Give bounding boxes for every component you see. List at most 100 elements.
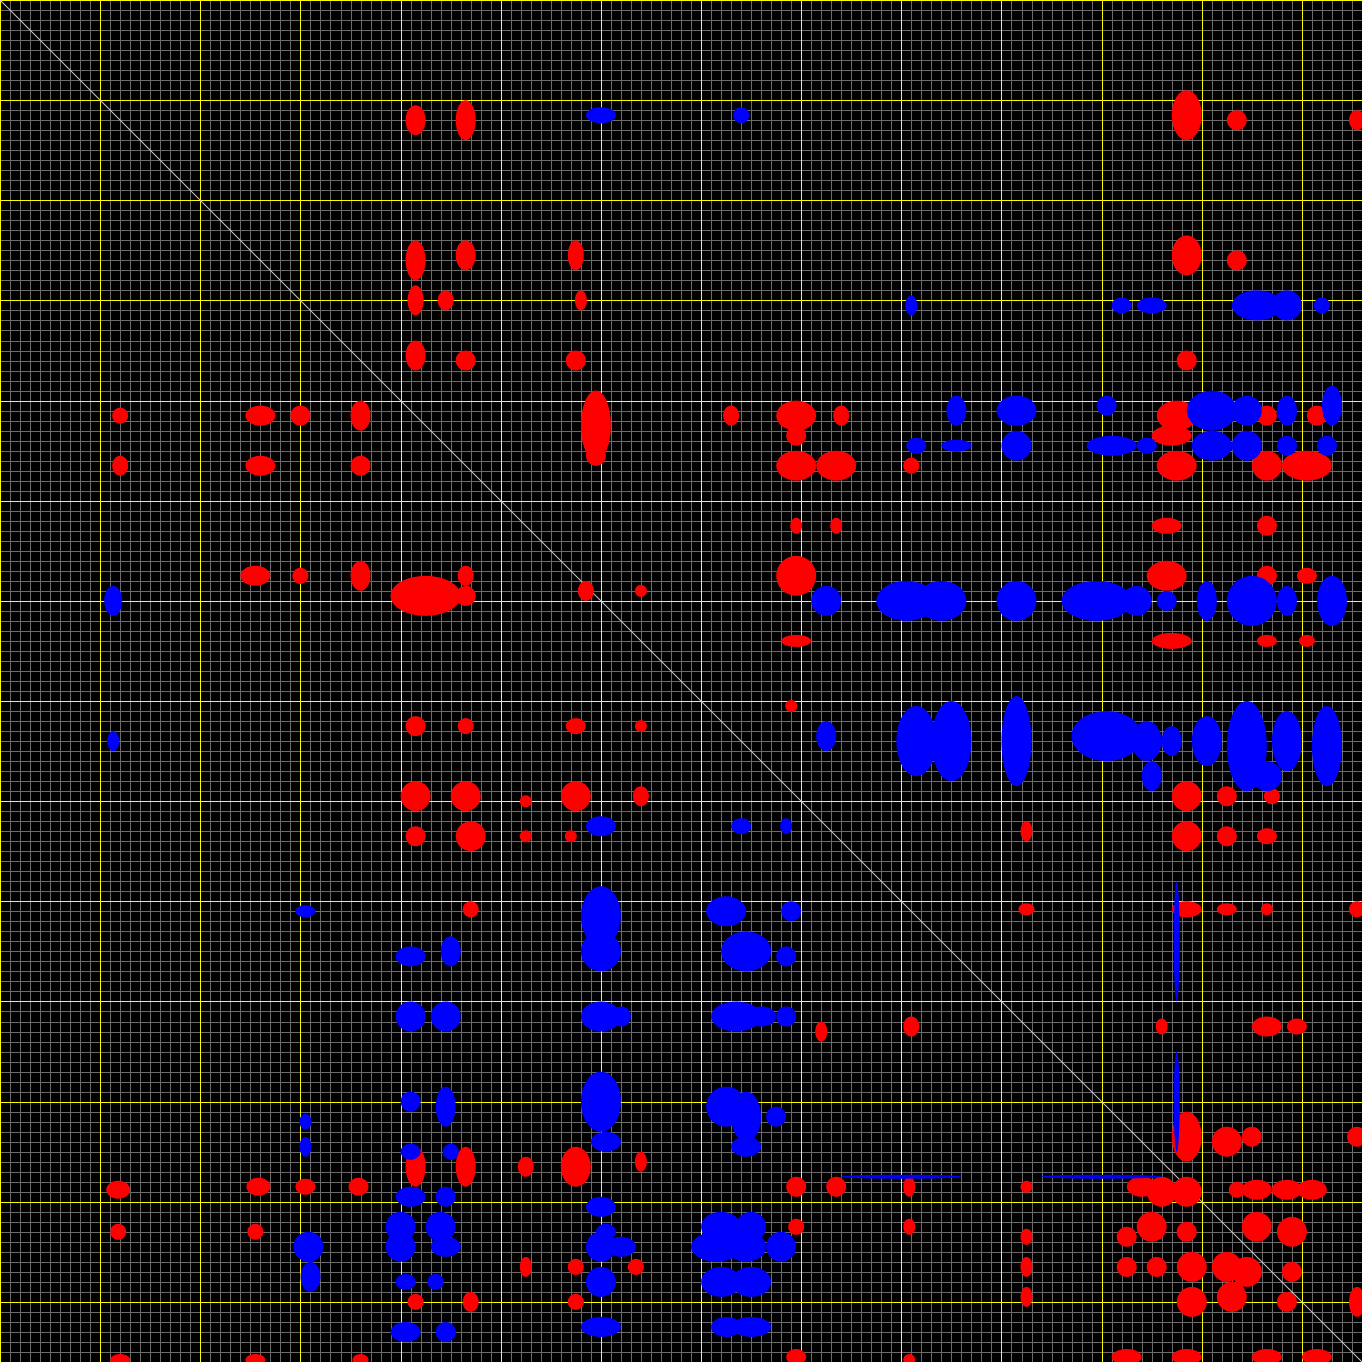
positive-contact-blob xyxy=(574,290,587,311)
negative-contact-blob xyxy=(941,439,972,452)
positive-contact-blob xyxy=(457,565,474,586)
negative-contact-blob xyxy=(1251,761,1282,792)
negative-contact-blob xyxy=(427,1273,444,1290)
positive-contact-blob xyxy=(1020,821,1033,842)
negative-contact-blob xyxy=(395,1001,426,1032)
negative-contact-blob xyxy=(1121,585,1152,616)
positive-contact-blob xyxy=(405,240,426,281)
positive-contact-blob xyxy=(786,425,807,446)
negative-contact-blob xyxy=(733,107,750,124)
positive-contact-blob xyxy=(634,584,647,597)
positive-contact-blob xyxy=(1018,903,1035,916)
negative-contact-blob xyxy=(776,946,797,967)
positive-contact-blob xyxy=(240,565,271,586)
positive-contact-blob xyxy=(1020,1180,1033,1193)
negative-contact-blob xyxy=(435,1186,456,1207)
negative-contact-blob xyxy=(726,1231,767,1262)
positive-contact-blob xyxy=(462,1291,479,1312)
positive-contact-blob xyxy=(723,405,740,426)
positive-contact-blob xyxy=(455,585,476,606)
positive-contact-blob xyxy=(1241,1179,1272,1200)
positive-contact-blob xyxy=(1281,1261,1302,1282)
positive-contact-blob xyxy=(564,830,577,843)
negative-contact-blob xyxy=(585,107,616,124)
positive-contact-blob xyxy=(1171,821,1202,852)
negative-contact-blob xyxy=(295,905,316,918)
positive-contact-blob xyxy=(245,455,276,476)
positive-contact-blob xyxy=(826,1176,847,1197)
positive-contact-blob xyxy=(1151,425,1192,446)
positive-contact-blob xyxy=(1176,1251,1207,1282)
negative-contact-blob xyxy=(706,896,747,927)
positive-contact-blob xyxy=(560,1146,591,1187)
positive-contact-blob xyxy=(567,240,584,271)
positive-contact-blob xyxy=(1216,1281,1247,1312)
negative-contact-blob xyxy=(1316,435,1337,456)
negative-contact-blob xyxy=(780,818,793,835)
negative-contact-blob xyxy=(430,1001,461,1032)
positive-contact-blob xyxy=(295,1178,316,1195)
positive-contact-blob xyxy=(1156,450,1197,481)
positive-contact-blob xyxy=(1151,632,1192,649)
positive-contact-blob xyxy=(1171,781,1202,812)
negative-contact-blob xyxy=(395,946,426,967)
positive-contact-blob xyxy=(833,405,850,426)
positive-contact-blob xyxy=(1176,350,1197,371)
positive-contact-blob xyxy=(634,720,647,733)
negative-contact-blob xyxy=(1226,575,1277,626)
positive-contact-blob xyxy=(245,405,276,426)
positive-contact-blob xyxy=(815,1021,828,1042)
positive-contact-blob xyxy=(776,450,817,481)
positive-contact-blob xyxy=(519,830,532,843)
negative-contact-blob xyxy=(1096,395,1117,416)
positive-contact-blob xyxy=(1171,90,1202,141)
positive-contact-blob xyxy=(1260,903,1273,916)
negative-contact-blob xyxy=(746,1006,777,1027)
positive-contact-blob xyxy=(786,1176,807,1197)
negative-contact-blob xyxy=(580,1071,621,1132)
positive-contact-blob xyxy=(110,1223,127,1240)
negative-contact-blob xyxy=(1071,711,1142,762)
positive-contact-blob xyxy=(1176,1286,1207,1317)
negative-contact-blob xyxy=(1231,430,1262,461)
positive-contact-blob xyxy=(1020,1228,1033,1245)
positive-contact-blob xyxy=(788,1218,805,1235)
negative-contact-blob xyxy=(1061,580,1132,621)
negative-contact-blob xyxy=(435,1086,456,1127)
positive-contact-blob xyxy=(1216,786,1237,807)
positive-contact-blob xyxy=(1020,1286,1033,1307)
negative-contact-blob xyxy=(400,1143,421,1160)
positive-contact-blob xyxy=(1216,903,1237,916)
negative-contact-blob xyxy=(1271,711,1302,772)
positive-contact-blob xyxy=(567,1258,584,1275)
negative-contact-blob xyxy=(425,1211,456,1242)
negative-contact-blob xyxy=(1186,390,1237,431)
negative-contact-blob xyxy=(731,1266,772,1297)
negative-contact-blob xyxy=(1317,575,1347,626)
positive-contact-blob xyxy=(632,786,649,807)
positive-contact-blob xyxy=(112,407,129,424)
positive-contact-blob xyxy=(1276,1291,1297,1312)
positive-contact-blob xyxy=(106,1180,131,1199)
positive-contact-blob xyxy=(455,240,476,271)
positive-contact-blob xyxy=(292,567,309,584)
negative-contact-blob xyxy=(731,1136,762,1157)
negative-contact-blob xyxy=(585,816,616,837)
positive-contact-blob xyxy=(407,285,424,316)
negative-contact-blob xyxy=(1173,881,1180,1002)
negative-contact-blob xyxy=(896,706,937,777)
positive-contact-blob xyxy=(577,580,594,601)
positive-contact-blob xyxy=(903,457,920,474)
positive-contact-blob xyxy=(405,340,426,371)
negative-contact-blob xyxy=(104,585,123,616)
positive-contact-blob xyxy=(455,350,476,371)
positive-contact-blob xyxy=(1298,634,1315,647)
negative-contact-blob xyxy=(766,1231,797,1262)
negative-contact-blob xyxy=(293,1231,324,1262)
negative-contact-blob xyxy=(1271,290,1302,321)
positive-contact-blob xyxy=(455,100,476,141)
negative-contact-blob xyxy=(721,931,772,972)
negative-contact-blob xyxy=(400,1091,421,1112)
negative-contact-blob xyxy=(996,580,1037,621)
negative-contact-blob xyxy=(841,1174,962,1179)
